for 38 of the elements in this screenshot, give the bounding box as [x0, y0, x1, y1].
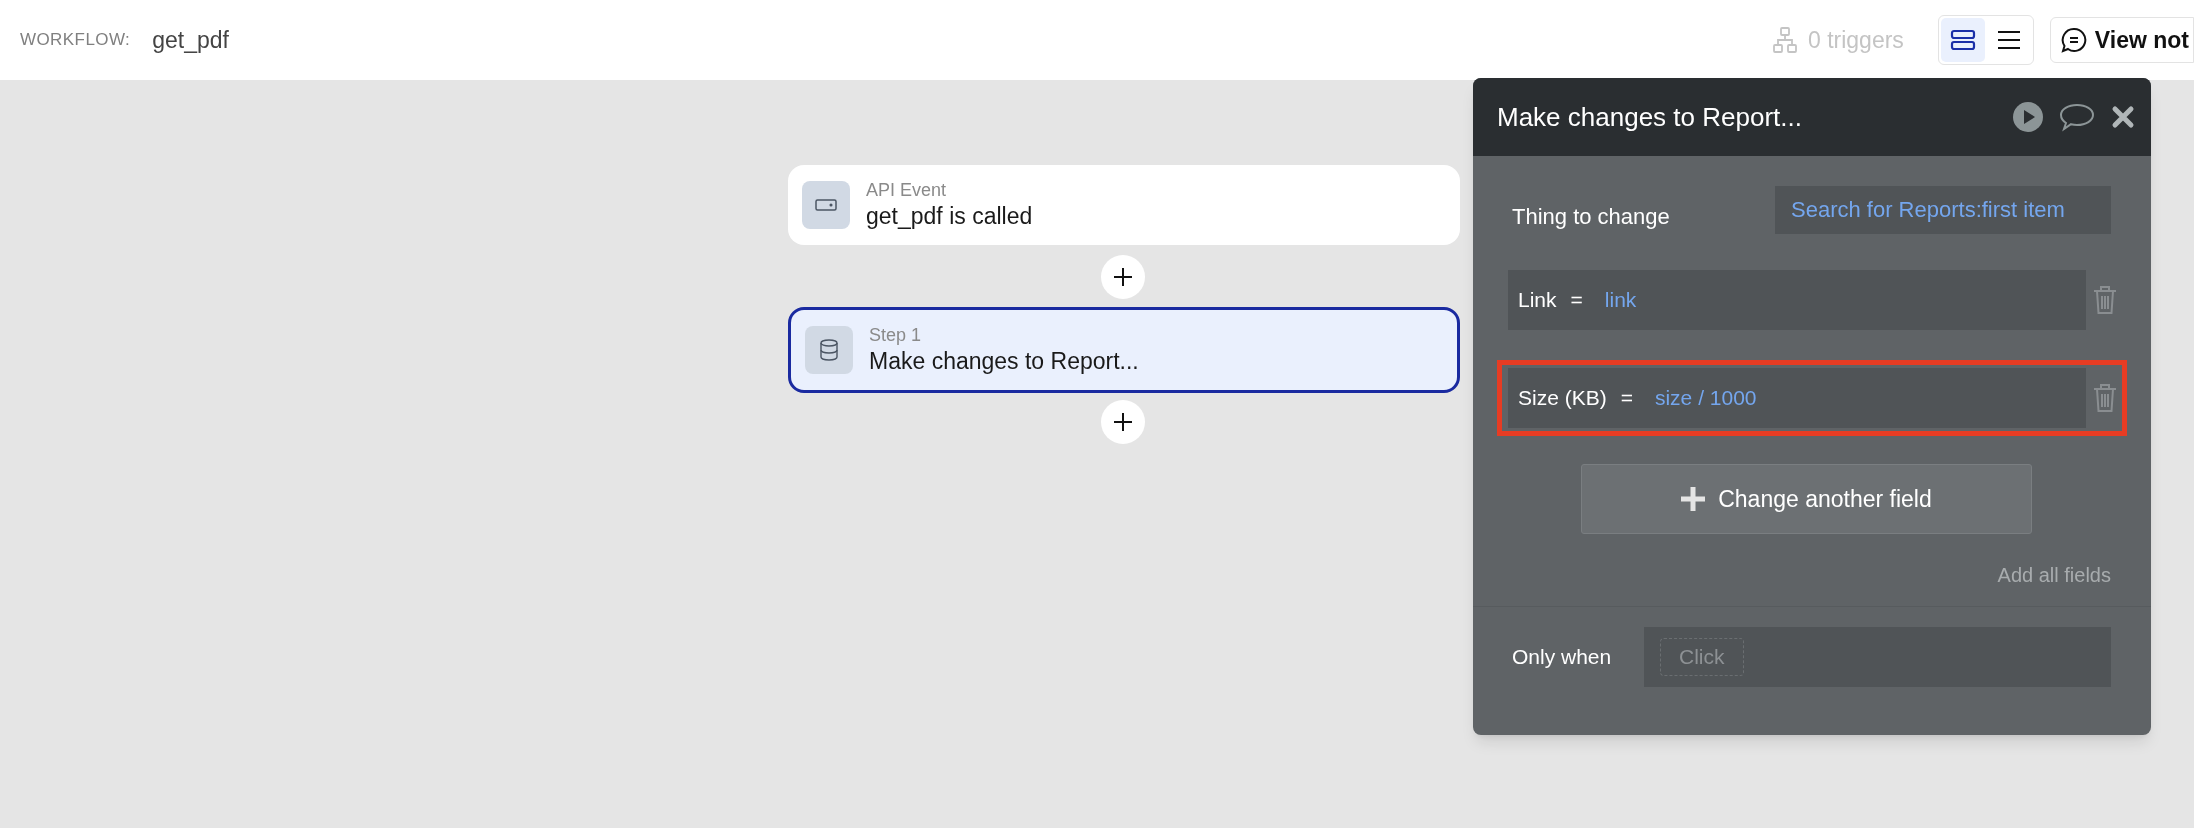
workflow-step-card[interactable]: Step 1 Make changes to Report...: [788, 307, 1460, 393]
close-icon[interactable]: [2111, 105, 2135, 129]
menu-icon: [1996, 30, 2021, 50]
card-reader-icon: [815, 198, 837, 212]
note-bubble-icon: [2060, 27, 2087, 53]
field-name: Link: [1518, 287, 1557, 314]
plus-icon: [1112, 266, 1134, 288]
workflow-name: get_pdf: [152, 25, 229, 55]
change-another-field-button[interactable]: Change another field: [1580, 464, 2032, 534]
field-value: size / 1000: [1654, 385, 1757, 412]
plus-icon: [1680, 486, 1707, 512]
equals-sign: =: [1570, 287, 1583, 314]
condition-label: Only when: [1512, 644, 1613, 671]
play-icon[interactable]: [2013, 102, 2043, 132]
plus-icon: [1112, 411, 1134, 433]
step-caption: API Event: [866, 179, 948, 202]
stacked-rows-icon: [1949, 29, 1976, 51]
card-view-button[interactable]: [1940, 18, 1985, 62]
database-icon: [819, 339, 839, 361]
field-assignment[interactable]: Size (KB) = size / 1000: [1508, 368, 2086, 428]
workflow-label: WORKFLOW:: [20, 29, 131, 52]
view-notes-button[interactable]: View not: [2049, 17, 2194, 63]
field-assignment[interactable]: Link = link: [1508, 270, 2086, 330]
workflow-step-card[interactable]: API Event get_pdf is called: [788, 165, 1460, 245]
thing-label: Thing to change: [1512, 203, 1671, 231]
equals-sign: =: [1620, 385, 1633, 412]
add-step-button[interactable]: [1101, 400, 1145, 444]
hierarchy-icon: [1771, 26, 1798, 54]
field-name: Size (KB): [1518, 385, 1607, 412]
step-title: Make changes to Report...: [869, 346, 1139, 376]
panel-title: Make changes to Report...: [1497, 100, 1803, 134]
add-step-button[interactable]: [1101, 255, 1145, 299]
click-placeholder: Click: [1660, 638, 1744, 676]
step-title: get_pdf is called: [866, 201, 1033, 231]
step-caption: Step 1: [869, 324, 923, 347]
speech-bubble-icon[interactable]: [2059, 102, 2095, 132]
field-value: link: [1604, 287, 1637, 314]
triggers-count: 0 triggers: [1807, 25, 1904, 55]
